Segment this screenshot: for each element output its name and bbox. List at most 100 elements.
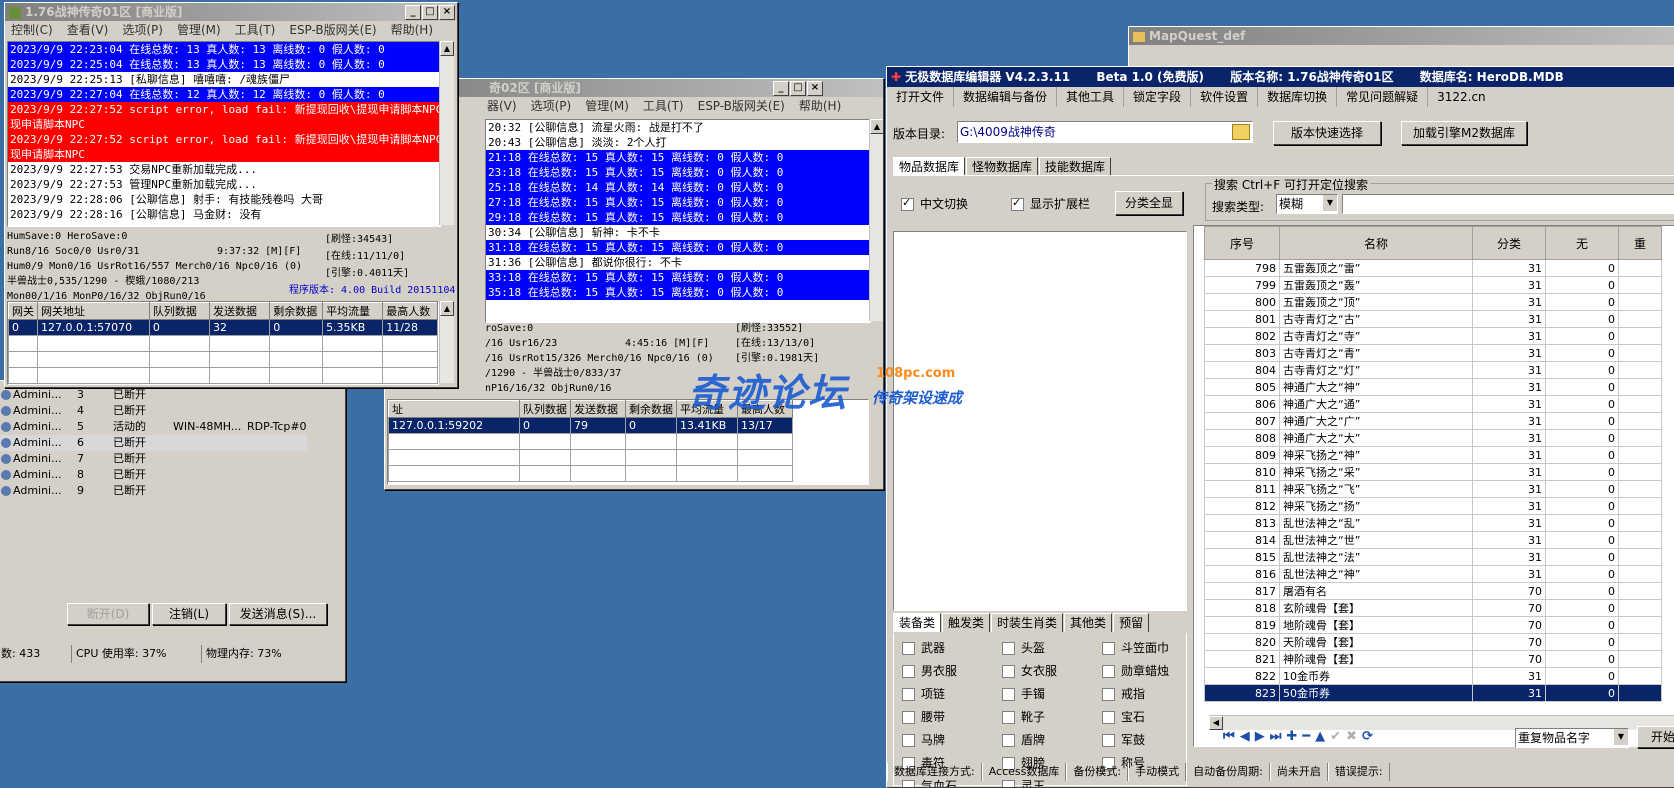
table-row[interactable]: 813 乱世法神之“乱” 31 0 (1204, 514, 1662, 532)
start-button[interactable]: 开始 (1637, 726, 1674, 748)
table-row[interactable]: 806 神通广大之“通” 31 0 (1204, 395, 1662, 413)
checkbox[interactable] (1102, 711, 1115, 724)
category-checkbox[interactable]: 女衣服 (1002, 662, 1057, 679)
tab-items[interactable]: 物品数据库 (893, 157, 966, 176)
table-row[interactable]: 804 古寺青灯之“灯” 31 0 (1204, 361, 1662, 379)
table-row[interactable]: 822 10金币券 31 0 (1204, 667, 1662, 685)
post-record-icon[interactable]: ✔ (1330, 729, 1341, 744)
maximize-button[interactable]: □ (422, 5, 438, 20)
cancel-record-icon[interactable]: ✖ (1346, 729, 1357, 744)
search-type-select[interactable]: 模糊 ▼ (1276, 194, 1338, 214)
table-row[interactable]: 823 50金币券 31 0 (1204, 684, 1662, 702)
table-row[interactable]: 803 古寺青灯之“青” 31 0 (1204, 344, 1662, 362)
tab-skills[interactable]: 技能数据库 (1039, 157, 1112, 176)
session-row[interactable]: Admini... 7 已断开 (0, 451, 307, 467)
category-checkbox[interactable]: 腰带 (902, 708, 945, 725)
menu-item[interactable]: ESP-B版网关(E) (698, 97, 785, 115)
quick-select-button[interactable]: 版本快速选择 (1273, 121, 1381, 145)
scroll-up-arrow[interactable]: ▲ (870, 119, 883, 134)
editor-menu-item[interactable]: 数据编辑与备份 (954, 87, 1058, 107)
column-header[interactable]: 分类 (1472, 226, 1546, 260)
show-extend-checkbox[interactable] (1011, 196, 1024, 211)
dir-input[interactable]: G:\4009战神传奇 (957, 121, 1253, 143)
category-checkbox[interactable]: 马牌 (902, 731, 945, 748)
menu-item[interactable]: 工具(T) (235, 21, 276, 39)
checkbox[interactable] (902, 642, 915, 655)
category-checkbox[interactable]: 勋章蜡烛 (1102, 662, 1169, 679)
menu-item[interactable]: 帮助(H) (391, 21, 433, 39)
column-header[interactable]: 发送数据 (209, 302, 271, 320)
item-data-grid[interactable]: 序号 名称 分类无重 798 五雷轰顶之“雷” 31 0 799 五雷轰顶之“轰” 31 0 800 五… (1193, 225, 1674, 747)
checkbox[interactable] (902, 780, 915, 787)
logoff-button[interactable]: 注销(L) (152, 603, 226, 625)
editor-menu-item[interactable]: 3122.cn (1428, 87, 1495, 107)
chinese-toggle[interactable]: 中文切换 (901, 195, 968, 212)
table-row[interactable]: 807 神通广大之“广” 31 0 (1204, 412, 1662, 430)
column-header[interactable]: 队列数据 (519, 400, 571, 418)
category-checkbox[interactable]: 手镯 (1002, 685, 1045, 702)
table-row[interactable]: 810 神采飞扬之“采” 31 0 (1204, 463, 1662, 481)
prev-record-icon[interactable]: ◀ (1240, 729, 1250, 744)
menu-item[interactable]: 管理(M) (177, 21, 221, 39)
table-row[interactable]: 802 古寺青灯之“寺” 31 0 (1204, 327, 1662, 345)
category-checkbox[interactable]: 男衣服 (902, 662, 957, 679)
table-row[interactable]: 818 玄阶魂骨【套】 70 0 (1204, 599, 1662, 617)
session-row[interactable]: Admini... 3 已断开 (0, 387, 307, 403)
editor-menu-item[interactable]: 打开文件 (887, 87, 955, 107)
chevron-down-icon[interactable]: ▼ (1323, 195, 1337, 211)
duplicate-name-select[interactable]: 重复物品名字 ▼ (1515, 728, 1629, 748)
log-scrollbar[interactable]: ▲ (439, 41, 454, 225)
column-header[interactable]: 重 (1618, 226, 1662, 260)
checkbox[interactable] (1002, 780, 1015, 787)
window-titlebar[interactable]: 1.76战神传奇01区 [商业版] _ □ × (5, 3, 457, 21)
chevron-down-icon[interactable]: ▼ (1614, 729, 1628, 745)
tab-monsters[interactable]: 怪物数据库 (966, 157, 1039, 176)
column-header[interactable]: 序号 (1204, 226, 1280, 260)
table-row[interactable]: 798 五雷轰顶之“雷” 31 0 (1204, 259, 1662, 277)
session-row[interactable]: Admini... 4 已断开 (0, 403, 307, 419)
checkbox[interactable] (1002, 734, 1015, 747)
menu-item[interactable]: 工具(T) (643, 97, 684, 115)
window-titlebar[interactable]: ✚ 无极数据库编辑器 V4.2.3.11 Beta 1.0 (免费版) 版本名称… (887, 67, 1674, 87)
close-button[interactable]: × (807, 81, 823, 96)
table-row[interactable]: 817 屠酒有名 70 0 (1204, 582, 1662, 600)
table-row[interactable]: 816 乱世法神之“神” 31 0 (1204, 565, 1662, 583)
scroll-left-arrow[interactable]: ◀ (1209, 716, 1223, 730)
column-header[interactable]: 名称 (1279, 226, 1473, 260)
editor-menu-item[interactable]: 常见问题解疑 (1337, 87, 1429, 107)
checkbox[interactable] (902, 688, 915, 701)
editor-menu-item[interactable]: 软件设置 (1191, 87, 1259, 107)
table-row[interactable]: 801 古寺青灯之“古” 31 0 (1204, 310, 1662, 328)
show-all-categories-button[interactable]: 分类全显 (1115, 191, 1183, 215)
table-row[interactable]: 819 地阶魂骨【套】 70 0 (1204, 616, 1662, 634)
table-row[interactable]: 809 神采飞扬之“神” 31 0 (1204, 446, 1662, 464)
scroll-up-arrow[interactable]: ▲ (440, 41, 454, 56)
column-header[interactable]: 剩余数据 (625, 400, 677, 418)
folder-browse-icon[interactable] (1232, 124, 1250, 140)
category-checkbox[interactable]: 项链 (902, 685, 945, 702)
checkbox[interactable] (902, 711, 915, 724)
show-extend-toggle[interactable]: 显示扩展栏 (1011, 195, 1090, 212)
minimize-button[interactable]: _ (405, 5, 421, 20)
checkbox[interactable] (1002, 711, 1015, 724)
category-checkbox[interactable]: 头盔 (1002, 639, 1045, 656)
table-row[interactable]: 812 神采飞扬之“扬” 31 0 (1204, 497, 1662, 515)
edit-record-icon[interactable]: ▲ (1315, 729, 1325, 744)
category-checkbox[interactable]: 靴子 (1002, 708, 1045, 725)
menu-item[interactable]: 帮助(H) (799, 97, 841, 115)
category-checkbox[interactable]: 戒指 (1102, 685, 1145, 702)
category-tab[interactable]: 时装生肖类 (991, 613, 1064, 632)
menu-item[interactable]: ESP-B版网关(E) (289, 21, 376, 39)
menu-item[interactable]: 选项(P) (531, 97, 572, 115)
checkbox[interactable] (1002, 642, 1015, 655)
editor-menu-item[interactable]: 其他工具 (1057, 87, 1125, 107)
minimize-button[interactable]: _ (773, 81, 789, 96)
column-header[interactable]: 最高人数 (382, 302, 438, 320)
category-tab[interactable]: 其他类 (1064, 613, 1113, 632)
category-checkbox[interactable]: 武器 (902, 639, 945, 656)
checkbox[interactable] (1102, 642, 1115, 655)
column-header[interactable]: 址 (388, 400, 520, 418)
checkbox[interactable] (1102, 688, 1115, 701)
chinese-toggle-checkbox[interactable] (901, 196, 914, 211)
checkbox[interactable] (1002, 688, 1015, 701)
